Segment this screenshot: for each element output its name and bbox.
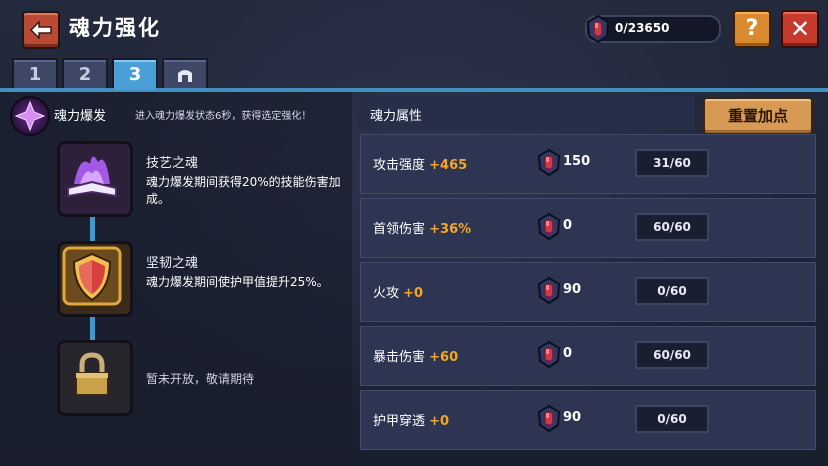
gate-icon bbox=[178, 70, 192, 82]
stat-level: 0/60 bbox=[635, 277, 709, 305]
tab-1[interactable]: 1 bbox=[12, 58, 58, 90]
soul-potion-icon bbox=[585, 14, 611, 48]
skill-node-locked bbox=[57, 340, 133, 416]
stat-cost: 90 bbox=[563, 282, 582, 297]
tab-3[interactable]: 3 bbox=[112, 58, 158, 90]
tab-2[interactable]: 2 bbox=[62, 58, 108, 90]
stat-row-armor-penetration[interactable]: 护甲穿透 +0 90 0/60 bbox=[360, 390, 816, 450]
skill-description: 魂力爆发期间使护甲值提升25%。 bbox=[146, 275, 329, 289]
stat-row-fire-attack[interactable]: 火攻 +0 90 0/60 bbox=[360, 262, 816, 322]
soul-burst-title: 魂力爆发 bbox=[54, 109, 107, 124]
soul-currency-display: 0/23650 bbox=[585, 14, 721, 44]
purple-flame-book-icon bbox=[67, 156, 117, 198]
soul-potion-icon bbox=[537, 149, 561, 177]
back-button[interactable] bbox=[22, 11, 60, 49]
stat-cost: 150 bbox=[563, 154, 591, 169]
soul-potion-icon bbox=[537, 405, 561, 433]
soul-potion-icon bbox=[537, 341, 561, 369]
stat-bonus: +0 bbox=[429, 414, 450, 429]
stat-bonus: +36% bbox=[429, 222, 472, 237]
stat-name: 护甲穿透 +0 bbox=[373, 414, 450, 429]
stat-row-crit-damage[interactable]: 暴击伤害 +60 0 60/60 bbox=[360, 326, 816, 386]
currency-value: 0/23650 bbox=[615, 21, 670, 35]
stat-name: 暴击伤害 +60 bbox=[373, 350, 459, 365]
locked-message: 暂未开放，敬请期待 bbox=[146, 372, 255, 386]
soul-burst-header: 魂力爆发 进入魂力爆发状态6秒，获得选定强化！ bbox=[10, 96, 346, 136]
stat-cost: 90 bbox=[563, 410, 582, 425]
page-title: 魂力强化 bbox=[69, 16, 161, 40]
stat-bonus: +0 bbox=[403, 286, 424, 301]
stat-cost: 0 bbox=[563, 346, 573, 361]
stat-level: 60/60 bbox=[635, 341, 709, 369]
padlock-icon bbox=[75, 352, 109, 396]
help-button[interactable]: ? bbox=[733, 10, 771, 48]
reset-points-button[interactable]: 重置加点 bbox=[703, 97, 813, 135]
skill-name: 技艺之魂 bbox=[146, 156, 199, 171]
soul-potion-icon bbox=[537, 277, 561, 305]
stat-level: 0/60 bbox=[635, 405, 709, 433]
attribute-header: 魂力属性 bbox=[358, 96, 694, 130]
close-button[interactable]: ✕ bbox=[781, 10, 819, 48]
stat-row-attack[interactable]: 攻击强度 +465 150 31/60 bbox=[360, 134, 816, 194]
red-shield-icon bbox=[62, 246, 122, 306]
stat-bonus: +60 bbox=[429, 350, 459, 365]
soul-potion-icon bbox=[537, 213, 561, 241]
stat-name: 攻击强度 +465 bbox=[373, 158, 468, 173]
stat-name: 首领伤害 +36% bbox=[373, 222, 472, 237]
stat-name: 火攻 +0 bbox=[373, 286, 424, 301]
soul-burst-description: 进入魂力爆发状态6秒，获得选定强化！ bbox=[135, 111, 312, 122]
soul-burst-icon bbox=[10, 96, 50, 136]
skill-node-tenacity[interactable] bbox=[57, 241, 133, 317]
stat-bonus: +465 bbox=[429, 158, 468, 173]
top-bar: 魂力强化 0/23650 ? ✕ bbox=[0, 0, 828, 56]
stat-level: 60/60 bbox=[635, 213, 709, 241]
stat-row-boss-damage[interactable]: 首领伤害 +36% 0 60/60 bbox=[360, 198, 816, 258]
stat-level: 31/60 bbox=[635, 149, 709, 177]
attribute-header-label: 魂力属性 bbox=[370, 109, 423, 124]
stat-cost: 0 bbox=[563, 218, 573, 233]
tab-4[interactable] bbox=[162, 58, 208, 90]
skill-description: 魂力爆发期间获得20%的技能伤害加成。 bbox=[146, 175, 341, 206]
skill-name: 坚韧之魂 bbox=[146, 256, 199, 271]
arrow-left-icon bbox=[30, 21, 52, 39]
skill-node-technique[interactable] bbox=[57, 141, 133, 217]
